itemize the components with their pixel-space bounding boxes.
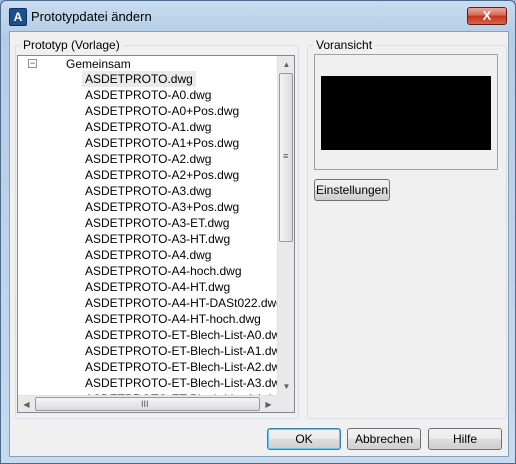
tree-item[interactable]: ASDETPROTO-A4-HT-DASt022.dwg	[82, 295, 277, 311]
tree-item[interactable]: ASDETPROTO-A4-HT.dwg	[82, 279, 233, 295]
dialog-window: A Prototypdatei ändern X Prototyp (Vorla…	[0, 0, 516, 464]
window-title: Prototypdatei ändern	[31, 9, 152, 24]
tree-root-label: Gemeinsam	[66, 57, 131, 71]
horizontal-scroll-thumb[interactable]: III	[35, 397, 260, 411]
vertical-scroll-thumb[interactable]: ≡	[279, 73, 293, 242]
cancel-button[interactable]: Abbrechen	[347, 428, 421, 450]
help-button[interactable]: Hilfe	[428, 428, 502, 450]
tree-rows: − Gemeinsam ASDETPROTO.dwg ASDETPROTO-A0.…	[18, 56, 277, 395]
preview-image	[321, 76, 491, 150]
scrollbar-corner	[277, 395, 294, 412]
tree-item[interactable]: ASDETPROTO-A4.dwg	[82, 247, 214, 263]
tree-item[interactable]: ASDETPROTO.dwg	[82, 71, 196, 87]
tree-item[interactable]: ASDETPROTO-A1.dwg	[82, 119, 214, 135]
scroll-down-arrow-icon[interactable]: ▼	[278, 378, 294, 395]
prototype-tree[interactable]: − Gemeinsam ASDETPROTO.dwg ASDETPROTO-A0.…	[17, 55, 295, 413]
scroll-grip-icon: ≡	[283, 151, 289, 161]
scroll-left-arrow-icon[interactable]: ◀	[18, 396, 35, 412]
tree-item[interactable]: ASDETPROTO-A0.dwg	[82, 87, 214, 103]
tree-item[interactable]: ASDETPROTO-A2.dwg	[82, 151, 214, 167]
settings-button[interactable]: Einstellungen	[314, 179, 390, 201]
vertical-scrollbar[interactable]: ▲ ≡ ▼	[277, 56, 294, 395]
tree-item[interactable]: ASDETPROTO-ET-Blech-List-A1.dwg	[82, 343, 277, 359]
prototype-group-label: Prototyp (Vorlage)	[20, 38, 123, 52]
title-bar[interactable]: A Prototypdatei ändern X	[1, 1, 515, 31]
tree-item[interactable]: ASDETPROTO-A4-HT-hoch.dwg	[82, 311, 264, 327]
tree-item[interactable]: ASDETPROTO-A0+Pos.dwg	[82, 103, 242, 119]
horizontal-scrollbar[interactable]: ◀ III ▶	[18, 395, 277, 412]
tree-item[interactable]: ASDETPROTO-A4-hoch.dwg	[82, 263, 245, 279]
collapse-icon[interactable]: −	[28, 59, 37, 68]
tree-item[interactable]: ASDETPROTO-A3-HT.dwg	[82, 231, 233, 247]
ok-button[interactable]: OK	[267, 428, 341, 450]
close-button[interactable]: X	[467, 7, 507, 25]
tree-item[interactable]: ASDETPROTO-ET-Blech-List-A0.dwg	[82, 327, 277, 343]
scroll-right-arrow-icon[interactable]: ▶	[260, 396, 277, 412]
tree-root-row[interactable]: − Gemeinsam	[18, 56, 277, 72]
tree-item[interactable]: ASDETPROTO-ET-Blech-List-A3.dwg	[82, 375, 277, 391]
tree-item[interactable]: ASDETPROTO-A1+Pos.dwg	[82, 135, 242, 151]
tree-item[interactable]: ASDETPROTO-A3.dwg	[82, 183, 214, 199]
tree-item[interactable]: ASDETPROTO-A3-ET.dwg	[82, 215, 232, 231]
autocad-app-icon: A	[9, 8, 27, 26]
tree-item[interactable]: ASDETPROTO-A2+Pos.dwg	[82, 167, 242, 183]
scroll-up-arrow-icon[interactable]: ▲	[278, 56, 294, 73]
scroll-grip-icon: III	[141, 399, 149, 409]
tree-item[interactable]: ASDETPROTO-ET-Blech-List-A2.dwg	[82, 359, 277, 375]
preview-group-label: Voransicht	[313, 38, 376, 52]
tree-item[interactable]: ASDETPROTO-A3+Pos.dwg	[82, 199, 242, 215]
preview-frame	[314, 54, 498, 170]
